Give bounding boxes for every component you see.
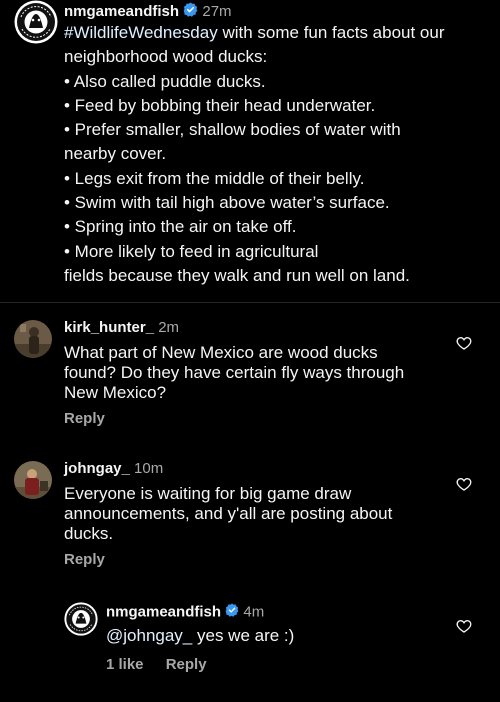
comment-username[interactable]: kirk_hunter_ (64, 319, 154, 336)
comment-timestamp: 2m (158, 319, 180, 336)
hashtag-link[interactable]: #WildlifeWednesday (64, 23, 218, 42)
comment-line: found? Do they have certain fly ways thr… (64, 363, 405, 382)
nmgameandfish-avatar[interactable] (14, 0, 58, 44)
reply-username[interactable]: nmgameandfish (106, 603, 221, 620)
comment-johngay: johngay_ 10m Everyone is waiting for big… (0, 459, 500, 579)
comment-timestamp: 10m (134, 460, 164, 477)
comment-text: Everyone is waiting for big game draw an… (64, 484, 444, 544)
comment-header: kirk_hunter_ 2m (64, 319, 179, 337)
reply-body: yes we are :) (192, 626, 295, 645)
caption-line: fields because they walk and run well on… (64, 265, 410, 285)
post-caption-text: #WildlifeWednesday with some fun facts a… (64, 21, 484, 288)
caption-line: neighborhood wood ducks: (64, 47, 268, 67)
reply-button[interactable]: Reply (64, 551, 105, 568)
caption-line: • Feed by bobbing their head underwater. (64, 95, 376, 115)
verified-badge-icon (183, 2, 198, 22)
comment-kirk-hunter: kirk_hunter_ 2m What part of New Mexico … (0, 318, 500, 438)
comment-username[interactable]: johngay_ (64, 460, 130, 477)
post-timestamp: 27m (202, 2, 232, 20)
comment-actions: Reply (64, 410, 123, 427)
verified-badge-icon (225, 603, 239, 622)
caption-line-text: with some fun facts about our (217, 23, 445, 42)
comment-line: What part of New Mexico are wood ducks (64, 343, 378, 362)
reply-actions: 1 like Reply (106, 656, 225, 673)
logo-icon (14, 0, 58, 44)
caption-line: • Prefer smaller, shallow bodies of wate… (64, 120, 401, 140)
caption-line: • More likely to feed in agricultural (64, 241, 319, 261)
comment-line: Everyone is waiting for big game draw (64, 484, 352, 503)
divider (0, 302, 500, 303)
heart-icon[interactable] (456, 618, 472, 634)
post-header: nmgameandfish 27m (64, 2, 232, 22)
heart-icon[interactable] (456, 335, 472, 351)
comment-header: johngay_ 10m (64, 460, 163, 478)
avatar[interactable] (14, 461, 52, 499)
nmgameandfish-avatar[interactable] (64, 602, 98, 636)
reply-timestamp: 4m (243, 603, 265, 621)
likes-count[interactable]: 1 like (106, 656, 144, 673)
reply-nmgameandfish: nmgameandfish 4m @johngay_ yes we are :)… (0, 600, 500, 680)
logo-icon (64, 602, 98, 636)
heart-icon[interactable] (456, 476, 472, 492)
post-username[interactable]: nmgameandfish (64, 3, 179, 20)
caption-line: #WildlifeWednesday with some fun facts a… (64, 21, 484, 45)
caption-line: • Spring into the air on take off. (64, 217, 297, 237)
reply-button[interactable]: Reply (166, 656, 207, 673)
user-photo-icon (14, 461, 52, 499)
post-caption: nmgameandfish 27m #WildlifeWednesday wit… (0, 0, 500, 302)
comment-line: New Mexico? (64, 383, 167, 402)
caption-line: nearby cover. (64, 144, 167, 164)
mention-link[interactable]: @johngay_ (106, 626, 192, 645)
comment-line: ducks. (64, 524, 114, 543)
avatar[interactable] (14, 320, 52, 358)
comment-text: What part of New Mexico are wood ducks f… (64, 343, 444, 403)
reply-text: @johngay_ yes we are :) (106, 626, 486, 646)
comment-line: announcements, and y'all are posting abo… (64, 504, 393, 523)
caption-line: • Also called puddle ducks. (64, 71, 266, 91)
reply-button[interactable]: Reply (64, 410, 105, 427)
comment-actions: Reply (64, 551, 123, 568)
reply-header: nmgameandfish 4m (106, 603, 264, 622)
caption-line: • Legs exit from the middle of their bel… (64, 168, 365, 188)
user-photo-icon (14, 320, 52, 358)
caption-line: • Swim with tail high above water’s surf… (64, 193, 390, 213)
